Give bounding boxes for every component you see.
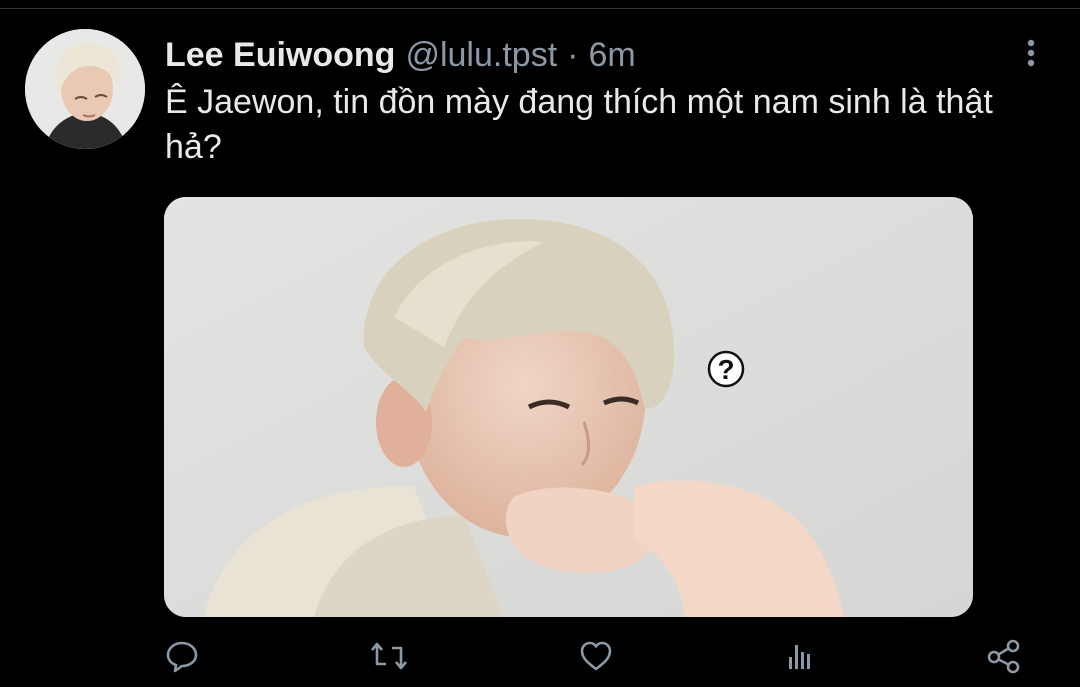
tweet-text: Ê Jaewon, tin đồn mày đang thích một nam… bbox=[165, 83, 993, 166]
analytics-icon bbox=[789, 645, 810, 669]
retweet-button[interactable] bbox=[367, 634, 411, 678]
more-options-button[interactable] bbox=[1014, 36, 1048, 70]
question-mark-sticker: ? bbox=[707, 350, 745, 388]
user-handle[interactable]: @lulu.tpst bbox=[405, 33, 557, 77]
analytics-button[interactable] bbox=[777, 634, 821, 678]
more-vertical-icon bbox=[1027, 39, 1035, 67]
avatar[interactable] bbox=[25, 29, 145, 149]
share-button[interactable] bbox=[982, 634, 1026, 678]
question-mark-glyph: ? bbox=[717, 354, 734, 385]
share-icon bbox=[987, 639, 1020, 674]
header-separator: · bbox=[567, 36, 579, 74]
retweet-icon bbox=[371, 642, 407, 670]
tweet-header: Lee Euiwoong @lulu.tpst · 6m bbox=[165, 33, 636, 77]
media-photo: ? bbox=[164, 197, 973, 617]
tweet-action-bar bbox=[0, 634, 1080, 678]
like-button[interactable] bbox=[574, 634, 618, 678]
display-name[interactable]: Lee Euiwoong bbox=[165, 33, 395, 77]
top-divider bbox=[0, 8, 1080, 9]
reply-icon bbox=[166, 641, 198, 673]
heart-icon bbox=[580, 641, 612, 671]
reply-button[interactable] bbox=[160, 634, 204, 678]
tweet-timestamp[interactable]: 6m bbox=[588, 33, 635, 77]
avatar-photo bbox=[25, 29, 145, 149]
tweet-media-image[interactable]: ? bbox=[164, 197, 973, 617]
